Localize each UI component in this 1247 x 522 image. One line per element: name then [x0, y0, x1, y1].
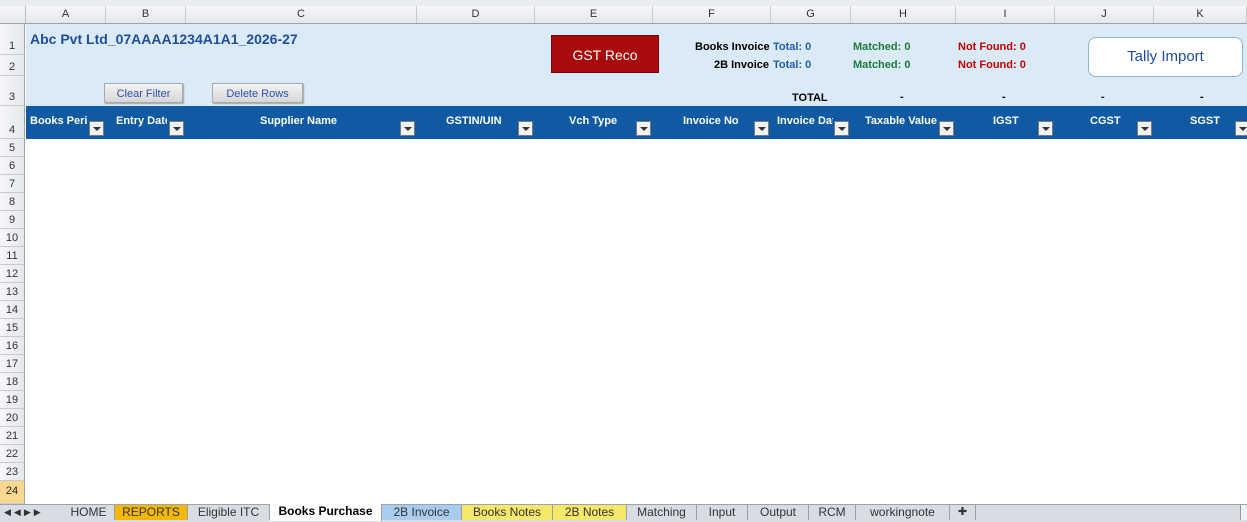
column-header[interactable]: A	[26, 6, 106, 23]
row-header[interactable]: 6	[0, 157, 25, 175]
filter-dropdown-icon[interactable]	[169, 121, 184, 136]
header-taxable-value: Taxable Value	[865, 115, 937, 127]
column-header[interactable]: H	[851, 6, 956, 23]
header-books-period: Books Period	[30, 115, 88, 127]
filter-dropdown-icon[interactable]	[834, 121, 849, 136]
sheet-tab-workingnote[interactable]: workingnote	[856, 505, 950, 520]
header-entry-date: Entry Date	[116, 115, 167, 127]
sheet-tab-home[interactable]: HOME	[63, 505, 115, 520]
header-gstin: GSTIN/UIN	[446, 115, 502, 127]
twob-matched: Matched: 0	[853, 59, 911, 71]
twob-total: Total: 0	[773, 59, 812, 71]
delete-rows-button[interactable]: Delete Rows	[212, 83, 303, 103]
filter-dropdown-icon[interactable]	[89, 121, 104, 136]
header-vch-type: Vch Type	[569, 115, 618, 127]
sheet-tab-output[interactable]: Output	[748, 505, 809, 520]
filter-dropdown-icon[interactable]	[1038, 121, 1053, 136]
total-igst: -	[1002, 91, 1006, 103]
row-header[interactable]: 20	[0, 409, 25, 427]
total-sgst: -	[1200, 91, 1204, 103]
sheet-tab-input[interactable]: Input	[697, 505, 748, 520]
row-header[interactable]: 1	[0, 37, 25, 55]
total-label: TOTAL	[792, 92, 828, 104]
sheet-tab-books-purchase[interactable]: Books Purchase	[270, 504, 382, 521]
sheet-tab-books-notes[interactable]: Books Notes	[462, 505, 553, 520]
filter-dropdown-icon[interactable]	[400, 121, 415, 136]
row-header[interactable]: 15	[0, 319, 25, 337]
sheet-tab-2b-invoice[interactable]: 2B Invoice	[382, 505, 462, 520]
row-header[interactable]: 14	[0, 301, 25, 319]
header-supplier-name: Supplier Name	[260, 115, 338, 127]
row-header[interactable]: 18	[0, 373, 25, 391]
sheet-tab-matching[interactable]: Matching	[627, 505, 697, 520]
books-not-found: Not Found: 0	[958, 41, 1026, 53]
column-header[interactable]: K	[1154, 6, 1247, 23]
insert-sheet-icon[interactable]: ✚	[950, 505, 976, 520]
column-header[interactable]: F	[653, 6, 771, 23]
sheet-tab-eligible-itc[interactable]: Eligible ITC	[188, 505, 270, 520]
row-header[interactable]: 17	[0, 355, 25, 373]
row-header[interactable]: 8	[0, 193, 25, 211]
books-invoice-label: Books Invoice	[695, 41, 770, 53]
row-header-pad	[0, 24, 25, 37]
sheet-nav-arrows-icon[interactable]: ◀◀▶▶	[4, 504, 44, 521]
clear-filter-button[interactable]: Clear Filter	[104, 83, 183, 103]
row-header[interactable]: 11	[0, 247, 25, 265]
books-matched: Matched: 0	[853, 41, 911, 53]
horizontal-scrollbar[interactable]	[1240, 505, 1247, 520]
books-total: Total: 0	[773, 41, 812, 53]
filter-dropdown-icon[interactable]	[1137, 121, 1152, 136]
filter-dropdown-icon[interactable]	[939, 121, 954, 136]
row-header[interactable]: 12	[0, 265, 25, 283]
row-header[interactable]: 23	[0, 463, 25, 481]
column-header[interactable]: C	[186, 6, 417, 23]
select-all-corner[interactable]	[0, 6, 26, 23]
column-header[interactable]: I	[956, 6, 1055, 23]
filter-dropdown-icon[interactable]	[518, 121, 533, 136]
column-header[interactable]: B	[106, 6, 186, 23]
header-igst: IGST	[993, 115, 1019, 127]
company-title: Abc Pvt Ltd_07AAAA1234A1A1_2026-27	[30, 31, 298, 47]
row-header[interactable]: 2	[0, 55, 25, 76]
column-header-bar: A B C D E F G H I J K	[0, 6, 1247, 24]
header-invoice-no: Invoice No	[683, 115, 739, 127]
sheet-tab-2b-notes[interactable]: 2B Notes	[553, 505, 627, 520]
row-header[interactable]: 7	[0, 175, 25, 193]
column-header[interactable]: E	[535, 6, 653, 23]
filter-dropdown-icon[interactable]	[636, 121, 651, 136]
tally-import-button[interactable]: Tally Import	[1088, 37, 1243, 77]
header-cgst: CGST	[1090, 115, 1121, 127]
filter-dropdown-icon[interactable]	[754, 121, 769, 136]
row-header[interactable]: 5	[0, 139, 25, 157]
column-header[interactable]: J	[1055, 6, 1154, 23]
column-header[interactable]: G	[771, 6, 851, 23]
total-taxable: -	[900, 91, 904, 103]
sheet-tab-rcm[interactable]: RCM	[809, 505, 856, 520]
total-cgst: -	[1101, 91, 1105, 103]
sheet-tab-reports[interactable]: REPORTS	[115, 505, 188, 520]
filter-dropdown-icon[interactable]	[1235, 121, 1247, 136]
row-header[interactable]: 22	[0, 445, 25, 463]
row-header[interactable]: 16	[0, 337, 25, 355]
header-sgst: SGST	[1190, 115, 1220, 127]
row-header[interactable]: 9	[0, 211, 25, 229]
twob-not-found: Not Found: 0	[958, 59, 1026, 71]
row-header[interactable]: 21	[0, 427, 25, 445]
header-invoice-date: Invoice Date	[777, 115, 833, 127]
row-header[interactable]: 3	[0, 76, 25, 106]
row-header[interactable]: 4	[0, 106, 25, 139]
gst-reco-button[interactable]: GST Reco	[551, 35, 659, 73]
column-header[interactable]: D	[417, 6, 535, 23]
row-header[interactable]: 10	[0, 229, 25, 247]
row-header[interactable]: 13	[0, 283, 25, 301]
row-header-selected[interactable]: 24	[0, 481, 25, 504]
twob-invoice-label: 2B Invoice	[714, 59, 770, 71]
row-header[interactable]: 19	[0, 391, 25, 409]
